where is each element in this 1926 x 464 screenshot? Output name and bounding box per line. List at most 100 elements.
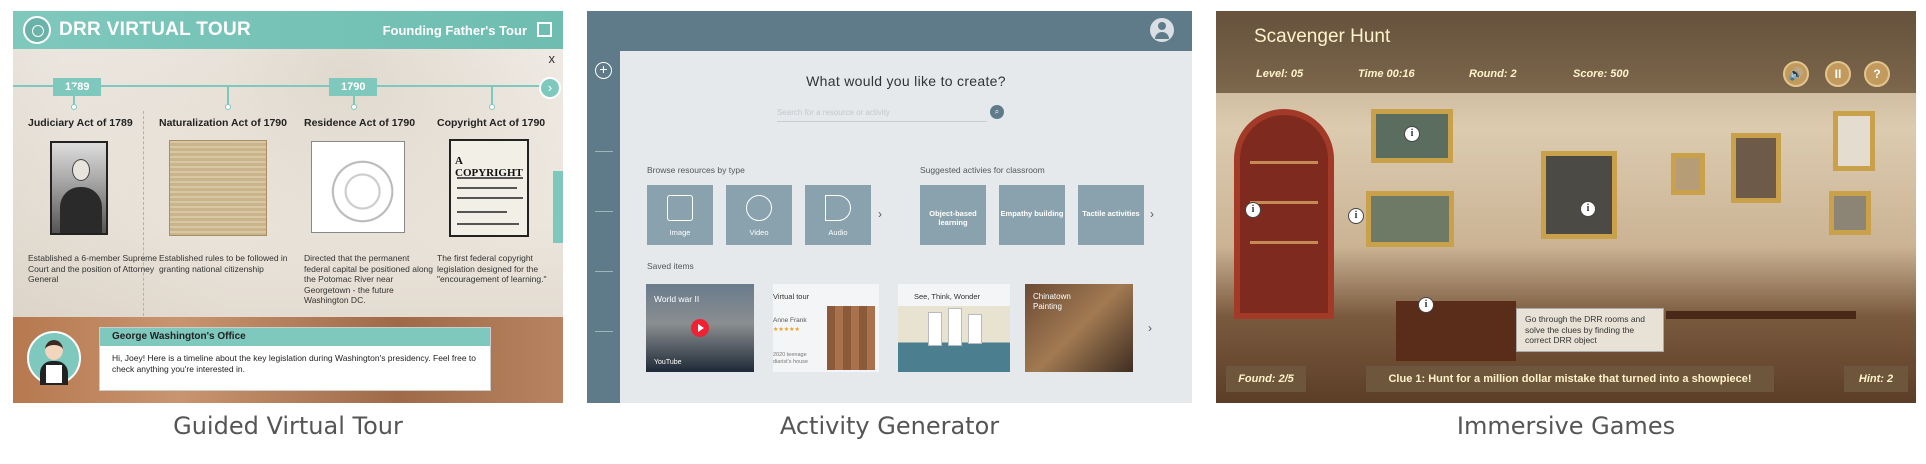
event-card-residence-act[interactable]: Residence Act of 1790 Directed that the … <box>304 117 436 306</box>
painting-frame[interactable] <box>1731 133 1781 203</box>
info-marker-icon[interactable]: i <box>1580 201 1596 217</box>
year-marker-1789[interactable]: 1789 <box>53 78 102 96</box>
tile-label: Object-based learning <box>929 209 977 227</box>
resource-image-button[interactable]: Image <box>647 185 713 245</box>
instruction-tooltip: Go through the DRR rooms and solve the c… <box>1516 308 1664 352</box>
saved-item-title: World war II <box>654 294 700 304</box>
timeline-dot <box>351 104 357 110</box>
washington-portrait-image <box>44 137 110 239</box>
tile-label: Video <box>749 228 769 237</box>
clue-banner: Clue 1: Hunt for a million dollar mistak… <box>1366 366 1774 392</box>
round-indicator: Round: 2 <box>1469 68 1517 80</box>
rail-item[interactable] <box>595 331 613 332</box>
play-icon <box>746 195 772 221</box>
event-card-judiciary-act[interactable]: Judiciary Act of 1789 Established a 6-me… <box>28 117 160 285</box>
activity-object-based-button[interactable]: Object-based learning <box>920 185 986 245</box>
guide-message: Hi, Joey! Here is a timeline about the k… <box>112 353 477 374</box>
event-title: Copyright Act of 1790 <box>437 117 546 129</box>
activity-empathy-button[interactable]: Empathy building <box>999 185 1065 245</box>
add-icon[interactable]: + <box>595 62 612 79</box>
saved-item-virtual-tour[interactable]: Virtual tour Anne Frank ★★★★★ 2020 teena… <box>773 284 879 372</box>
rating-stars: ★★★★★ <box>773 327 800 333</box>
caption-activity-generator: Activity Generator <box>779 412 1000 440</box>
close-button[interactable]: x <box>549 51 556 66</box>
building-image <box>827 306 875 370</box>
tour-header: DRR VIRTUAL TOUR Founding Father's Tour <box>13 11 563 49</box>
help-icon[interactable]: ? <box>1864 61 1890 87</box>
level-indicator: Level: 05 <box>1256 68 1304 80</box>
painting-frame[interactable] <box>1671 153 1705 195</box>
ship-painting-image <box>898 306 1010 372</box>
tile-label: Tactile activities <box>1082 209 1140 218</box>
game-title: Scavenger Hunt <box>1254 26 1391 47</box>
guide-header: George Washington's Office <box>100 328 490 346</box>
tile-label: Image <box>669 228 691 237</box>
map-image <box>307 137 409 239</box>
saved-items-label: Saved items <box>647 261 694 271</box>
tour-name[interactable]: Founding Father's Tour <box>383 23 527 38</box>
pause-icon[interactable]: II <box>1825 61 1851 87</box>
event-description: Directed that the permanent federal capi… <box>304 253 434 305</box>
saved-item-name: Anne Frank <box>773 317 807 324</box>
tile-label: Audio <box>828 228 848 237</box>
activity-tactile-button[interactable]: Tactile activities <box>1078 185 1144 245</box>
side-table <box>1666 311 1856 319</box>
resource-audio-button[interactable]: Audio <box>805 185 871 245</box>
painting-frame[interactable] <box>1829 191 1871 235</box>
info-marker-icon[interactable]: i <box>1404 126 1420 142</box>
event-card-copyright-act[interactable]: Copyright Act of 1790 A COPYRIGHT The fi… <box>437 117 563 285</box>
cabinet-shelf <box>1250 161 1318 164</box>
side-drawer-tab[interactable] <box>553 171 563 243</box>
timeline-dot <box>489 104 495 110</box>
chevron-right-icon[interactable]: › <box>878 207 882 221</box>
saved-item-description: 2020 teenage diarist's house <box>773 352 808 365</box>
event-title: Residence Act of 1790 <box>304 117 416 129</box>
guided-virtual-tour-panel: DRR VIRTUAL TOUR Founding Father's Tour … <box>13 11 563 403</box>
timeline-dot <box>225 104 231 110</box>
chevron-right-icon[interactable]: › <box>1150 207 1154 221</box>
youtube-logo: YouTube <box>654 359 682 366</box>
image-icon <box>667 195 693 221</box>
rail-item[interactable] <box>595 271 613 272</box>
saved-item-see-think-wonder[interactable]: See, Think, Wonder <box>898 284 1010 372</box>
event-description: Established rules to be followed in gran… <box>159 253 288 274</box>
fullscreen-icon[interactable] <box>537 22 552 37</box>
guide-message-box: George Washington's Office Hi, Joey! Her… <box>99 327 491 391</box>
event-card-naturalization-act[interactable]: Naturalization Act of 1790 Established r… <box>159 117 291 274</box>
cabinet-shelf <box>1250 241 1318 244</box>
info-marker-icon[interactable]: i <box>1418 297 1434 313</box>
timeline-next-button[interactable]: › <box>539 77 561 99</box>
search-icon[interactable]: ⌕ <box>990 105 1004 119</box>
tour-title: DRR VIRTUAL TOUR <box>59 19 251 40</box>
saved-item-chinatown-painting[interactable]: Chinatown Painting <box>1025 284 1133 372</box>
search-input[interactable]: Search for a resource or activity <box>777 108 890 117</box>
info-marker-icon[interactable]: i <box>1245 202 1261 218</box>
chevron-right-icon[interactable]: › <box>1148 321 1152 335</box>
saved-item-title: Chinatown Painting <box>1033 292 1071 311</box>
game-hud: Scavenger Hunt Level: 05 Time 00:16 Roun… <box>1216 11 1916 93</box>
play-icon[interactable] <box>691 319 709 337</box>
rail-item[interactable] <box>595 151 613 152</box>
painting-frame[interactable] <box>1541 151 1617 239</box>
timeline-dot <box>71 104 77 110</box>
search-underline <box>777 121 987 122</box>
hint-button[interactable]: Hint: 2 <box>1844 366 1908 392</box>
suggested-label: Suggested activies for classroom <box>920 165 1045 175</box>
painting-frame[interactable] <box>1366 191 1454 247</box>
event-description: Established a 6-member Supreme Court and… <box>28 253 157 284</box>
score-indicator: Score: 500 <box>1573 68 1629 80</box>
saved-item-world-war[interactable]: World war II YouTube <box>646 284 754 372</box>
immersive-games-panel: i i i i i Scavenger Hunt Level: 05 Time … <box>1216 11 1916 403</box>
resource-video-button[interactable]: Video <box>726 185 792 245</box>
desk <box>1396 301 1516 361</box>
rail-item[interactable] <box>595 211 613 212</box>
user-avatar-icon[interactable] <box>1150 18 1174 42</box>
speaker-icon <box>825 195 851 221</box>
document-image <box>165 137 271 239</box>
found-counter: Found: 2/5 <box>1226 366 1306 392</box>
info-marker-icon[interactable]: i <box>1348 208 1364 224</box>
browse-label: Browse resources by type <box>647 165 745 175</box>
sound-icon[interactable]: 🔊 <box>1783 61 1809 87</box>
painting-frame[interactable] <box>1833 111 1875 171</box>
create-prompt: What would you like to create? <box>806 73 1006 89</box>
